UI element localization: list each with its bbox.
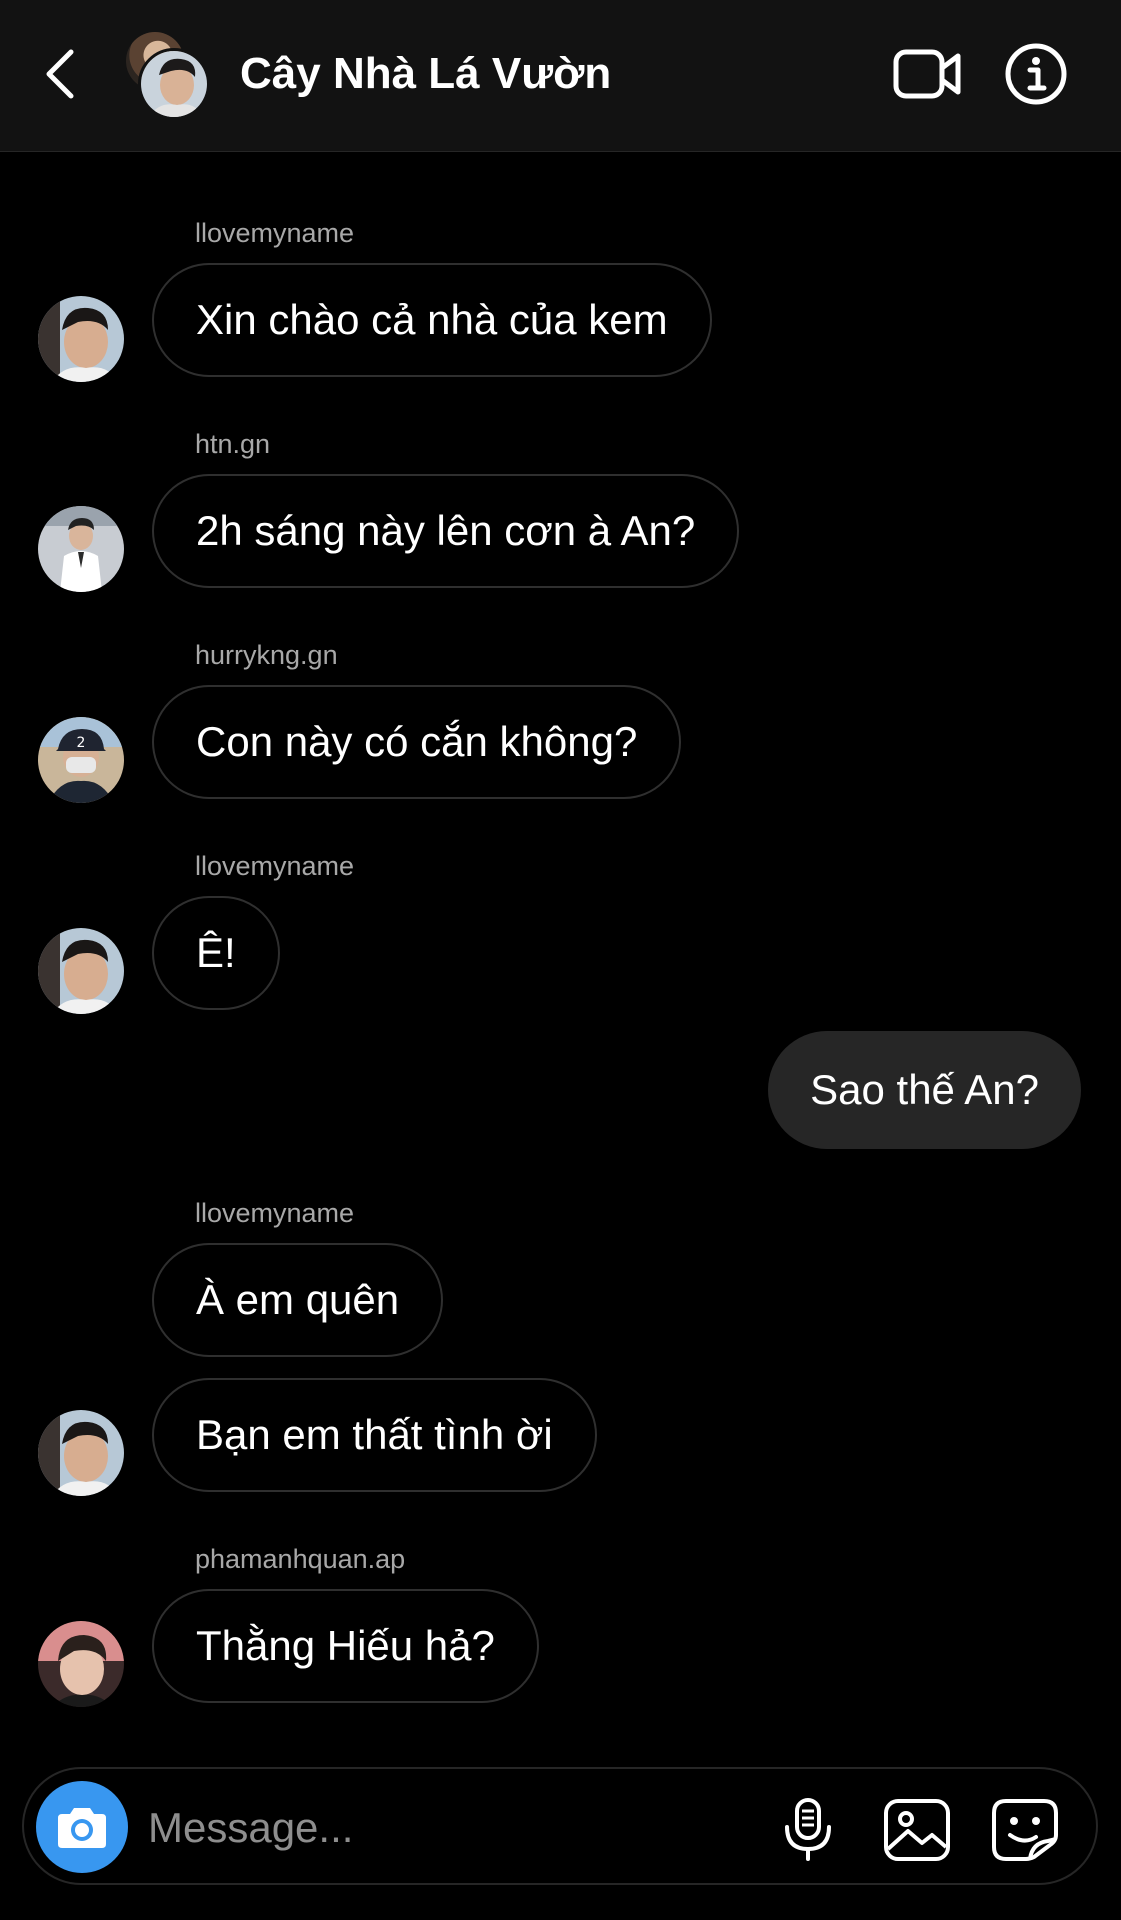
camera-button[interactable] [36,1781,128,1873]
sticker-button[interactable] [990,1797,1060,1863]
sender-name: llovemyname [195,218,355,248]
sticker-icon [992,1799,1058,1861]
chevron-left-icon [46,49,74,99]
svg-text:2: 2 [77,735,86,751]
voice-message-button[interactable] [780,1797,836,1863]
sender-name: phamanhquan.ap [195,1544,406,1574]
sender-name: llovemyname [195,851,355,881]
avatar[interactable] [38,1621,124,1707]
sender-name: llovemyname [195,1198,355,1228]
group-title[interactable]: Cây Nhà Lá Vườn [240,46,611,102]
message-bubble[interactable]: À em quên [152,1243,444,1357]
avatar[interactable]: 2 [38,717,124,803]
avatar[interactable] [38,928,124,1014]
video-camera-icon [893,49,961,99]
message-bubble[interactable]: Xin chào cả nhà của kem [152,263,712,377]
avatar[interactable] [38,296,124,382]
message-bubble[interactable]: Bạn em thất tình ời [152,1378,597,1492]
microphone-icon [785,1798,831,1861]
message-composer [22,1767,1098,1885]
sender-name: htn.gn [195,429,271,459]
message-bubble[interactable]: Con này có cắn không? [152,685,682,799]
back-button[interactable] [38,44,82,104]
avatar[interactable] [38,1410,124,1496]
message-bubble[interactable]: Ê! [152,896,280,1010]
message-list[interactable]: llovemyname Xin chào cả nhà của kem htn.… [0,152,1121,1762]
message-bubble[interactable]: 2h sáng này lên cơn à An? [152,474,740,588]
camera-icon [58,1808,106,1848]
message-bubble[interactable]: Thằng Hiếu hả? [152,1589,539,1703]
info-icon [1005,43,1067,105]
avatar[interactable] [38,506,124,592]
group-avatar[interactable] [122,30,214,122]
info-button[interactable] [1004,42,1068,106]
video-call-button[interactable] [892,44,964,104]
chat-header: Cây Nhà Lá Vườn [0,0,1121,152]
gallery-icon [884,1799,950,1861]
member-avatar-front [138,48,210,120]
outgoing-message-bubble[interactable]: Sao thế An? [768,1031,1081,1149]
gallery-button[interactable] [882,1797,952,1863]
message-input[interactable] [146,1791,670,1865]
sender-name: hurrykng.gn [195,640,338,670]
